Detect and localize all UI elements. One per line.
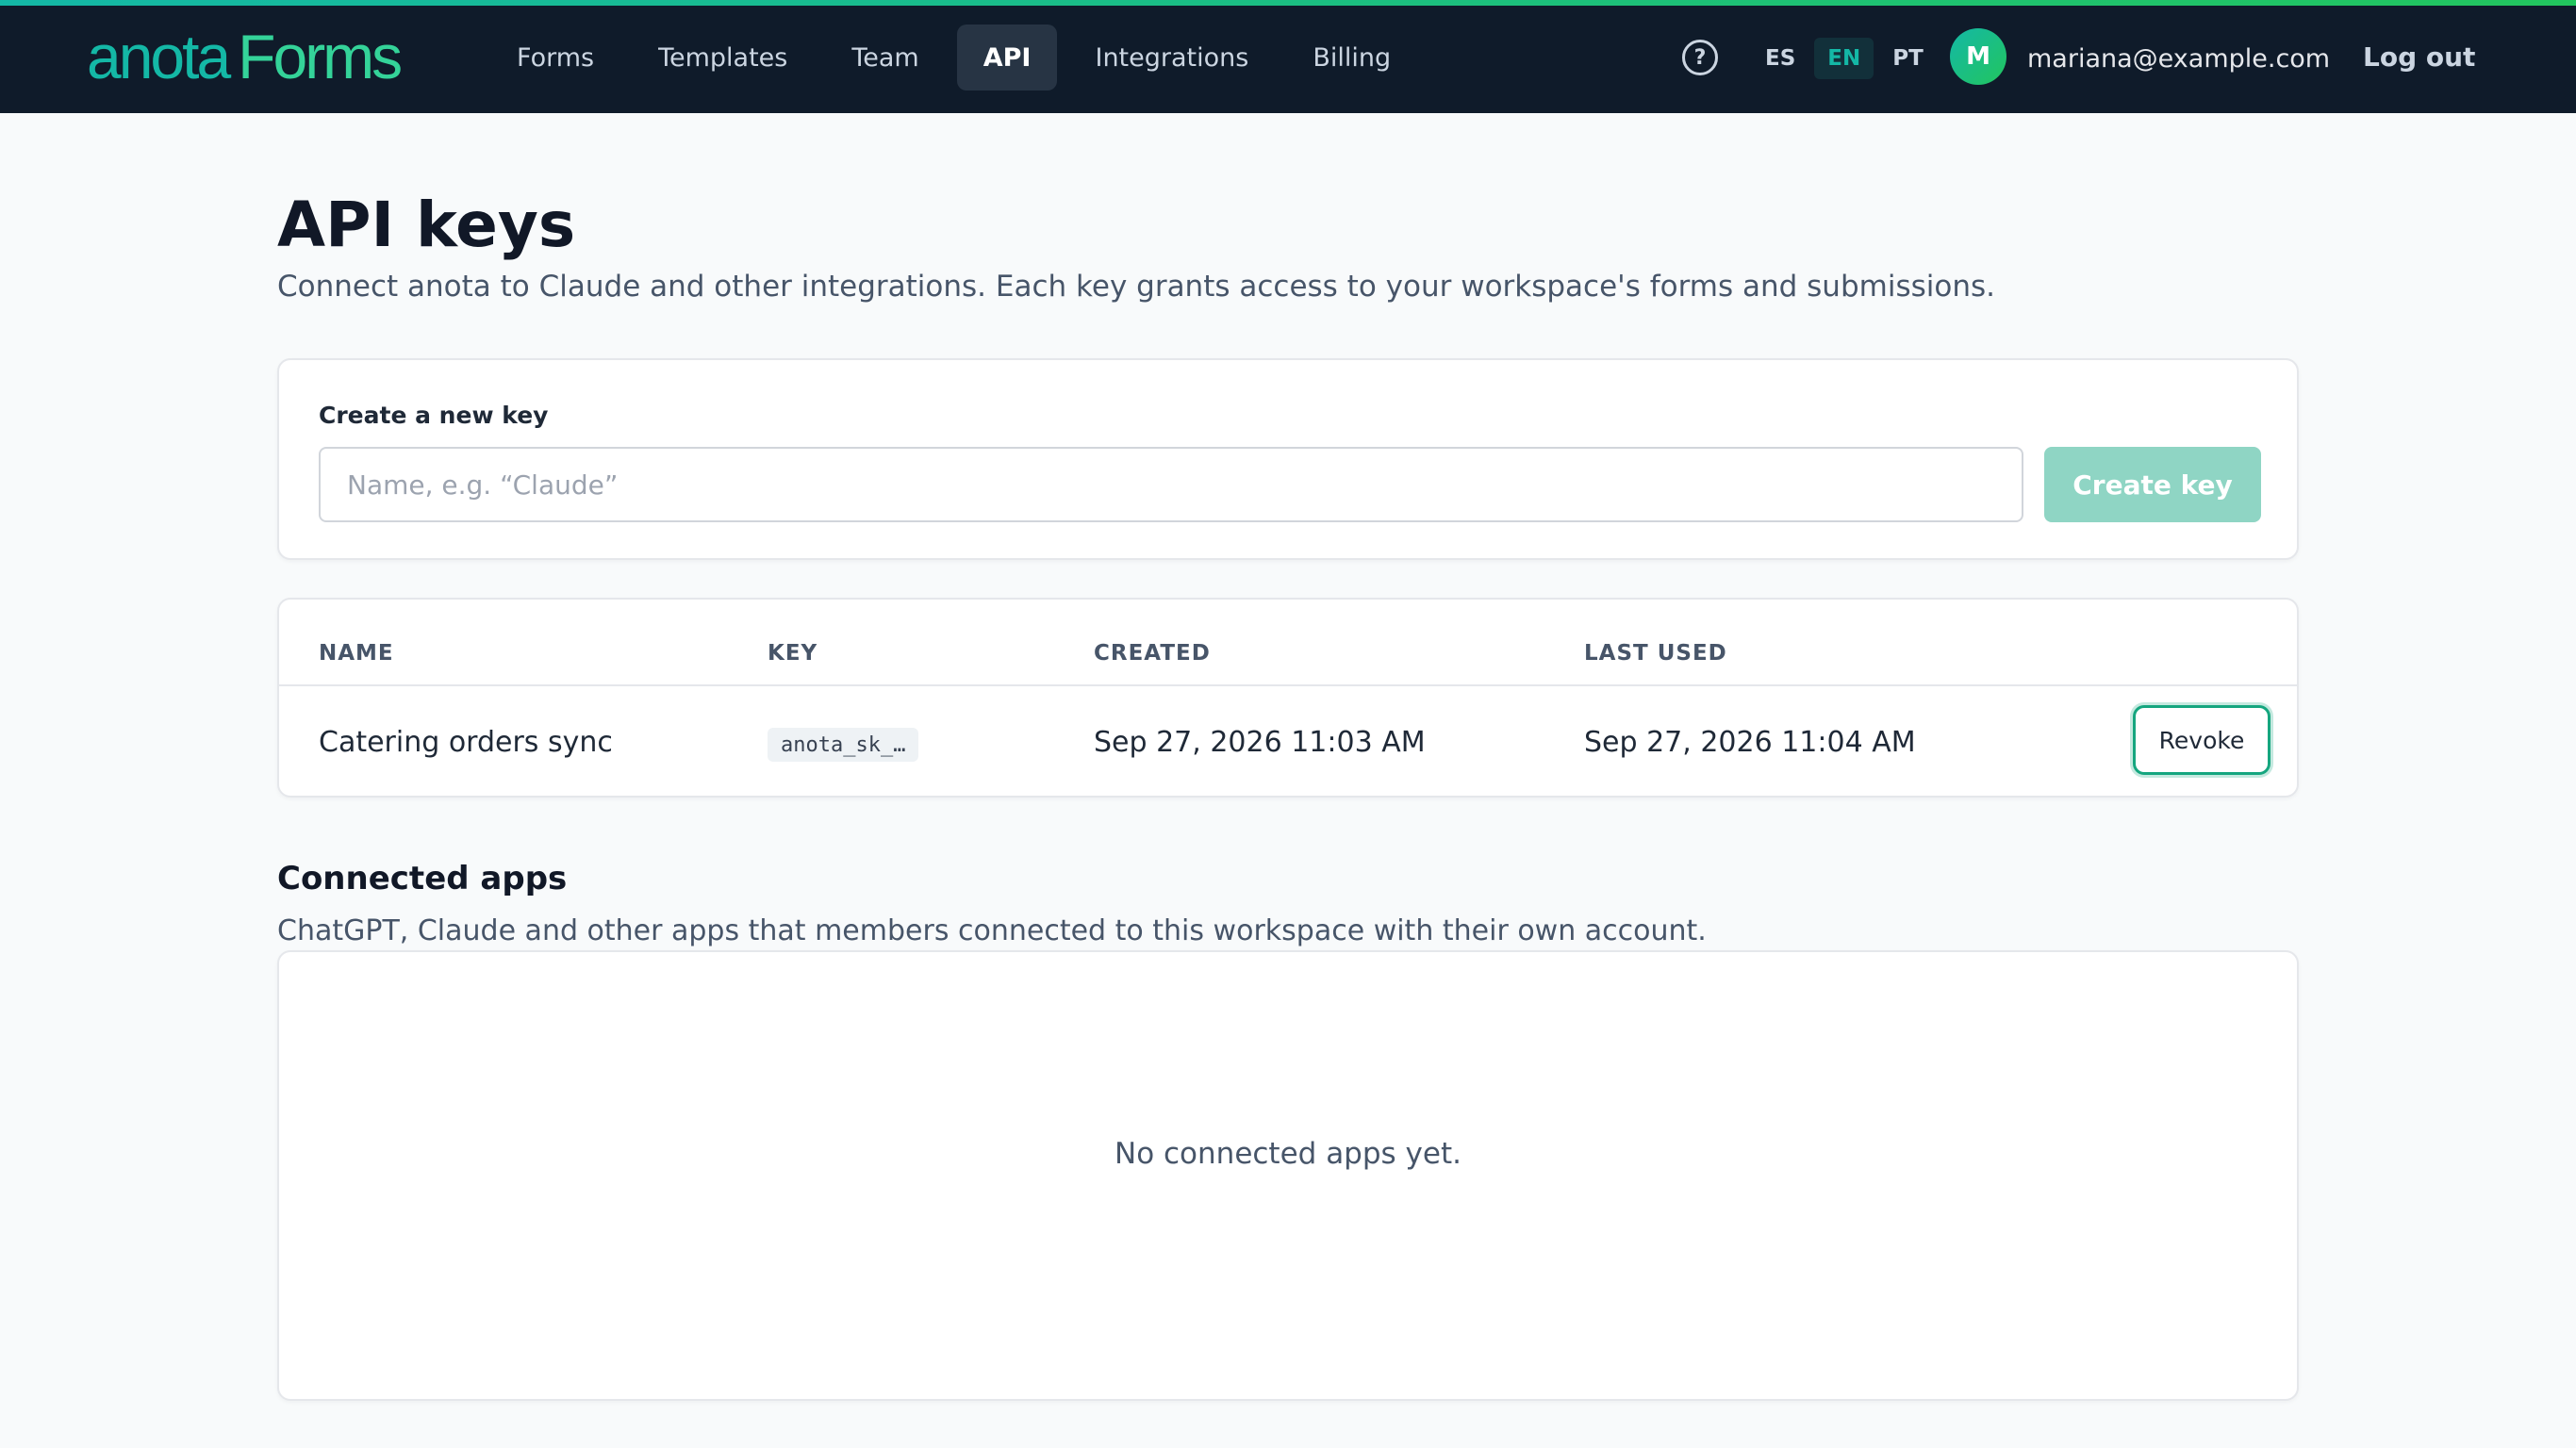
create-key-button[interactable]: Create key — [2044, 447, 2261, 522]
created-cell: Sep 27, 2026 11:03 AM — [1094, 726, 1426, 759]
key-name-input[interactable] — [319, 447, 2023, 522]
language-option-es[interactable]: ES — [1752, 38, 1808, 79]
nav-item-integrations[interactable]: Integrations — [1068, 25, 1275, 90]
page-subtitle: Connect anota to Claude and other integr… — [277, 270, 1995, 304]
language-switcher: ES EN PT — [1752, 38, 1942, 79]
topbar-accent-line — [0, 0, 2576, 6]
language-option-pt[interactable]: PT — [1879, 38, 1937, 79]
nav-item-team[interactable]: Team — [825, 25, 945, 90]
brand-logo-anota: anota — [87, 22, 231, 91]
nav-item-templates[interactable]: Templates — [632, 25, 814, 90]
column-header-last-used: LAST USED — [1584, 641, 1727, 666]
logout-button[interactable]: Log out — [2363, 36, 2475, 77]
top-navigation-bar: anota Forms Forms Templates Team API Int… — [0, 0, 2576, 113]
brand-logo-forms: Forms — [238, 22, 403, 91]
column-header-key: KEY — [768, 641, 818, 666]
connected-apps-card: No connected apps yet. — [277, 950, 2299, 1401]
column-header-name: NAME — [319, 641, 394, 666]
api-keys-table: NAME KEY CREATED LAST USED Catering orde… — [277, 598, 2299, 798]
avatar[interactable]: M — [1950, 28, 2006, 85]
table-header-divider — [279, 684, 2297, 686]
question-circle-icon[interactable]: ? — [1682, 40, 1718, 75]
create-key-label: Create a new key — [319, 402, 549, 429]
connected-apps-title: Connected apps — [277, 860, 568, 897]
language-option-en[interactable]: EN — [1814, 38, 1874, 79]
column-header-created: CREATED — [1094, 641, 1211, 666]
last-used-cell: Sep 27, 2026 11:04 AM — [1584, 726, 1916, 759]
nav-item-billing[interactable]: Billing — [1286, 25, 1417, 90]
main-nav: Forms Templates Team API Integrations Bi… — [490, 25, 1428, 90]
key-name-cell: Catering orders sync — [319, 726, 613, 759]
user-email: mariana@example.com — [2027, 43, 2331, 74]
revoke-button[interactable]: Revoke — [2133, 705, 2271, 775]
connected-apps-subtitle: ChatGPT, Claude and other apps that memb… — [277, 914, 1707, 947]
key-prefix-chip: anota_sk_… — [768, 728, 919, 762]
empty-state-message: No connected apps yet. — [1115, 1137, 1461, 1171]
page-title: API keys — [277, 189, 576, 261]
nav-item-api[interactable]: API — [956, 25, 1058, 90]
create-key-card: Create a new key Create key — [277, 358, 2299, 560]
brand-logo[interactable]: anota Forms — [87, 19, 403, 94]
nav-item-forms[interactable]: Forms — [490, 25, 620, 90]
